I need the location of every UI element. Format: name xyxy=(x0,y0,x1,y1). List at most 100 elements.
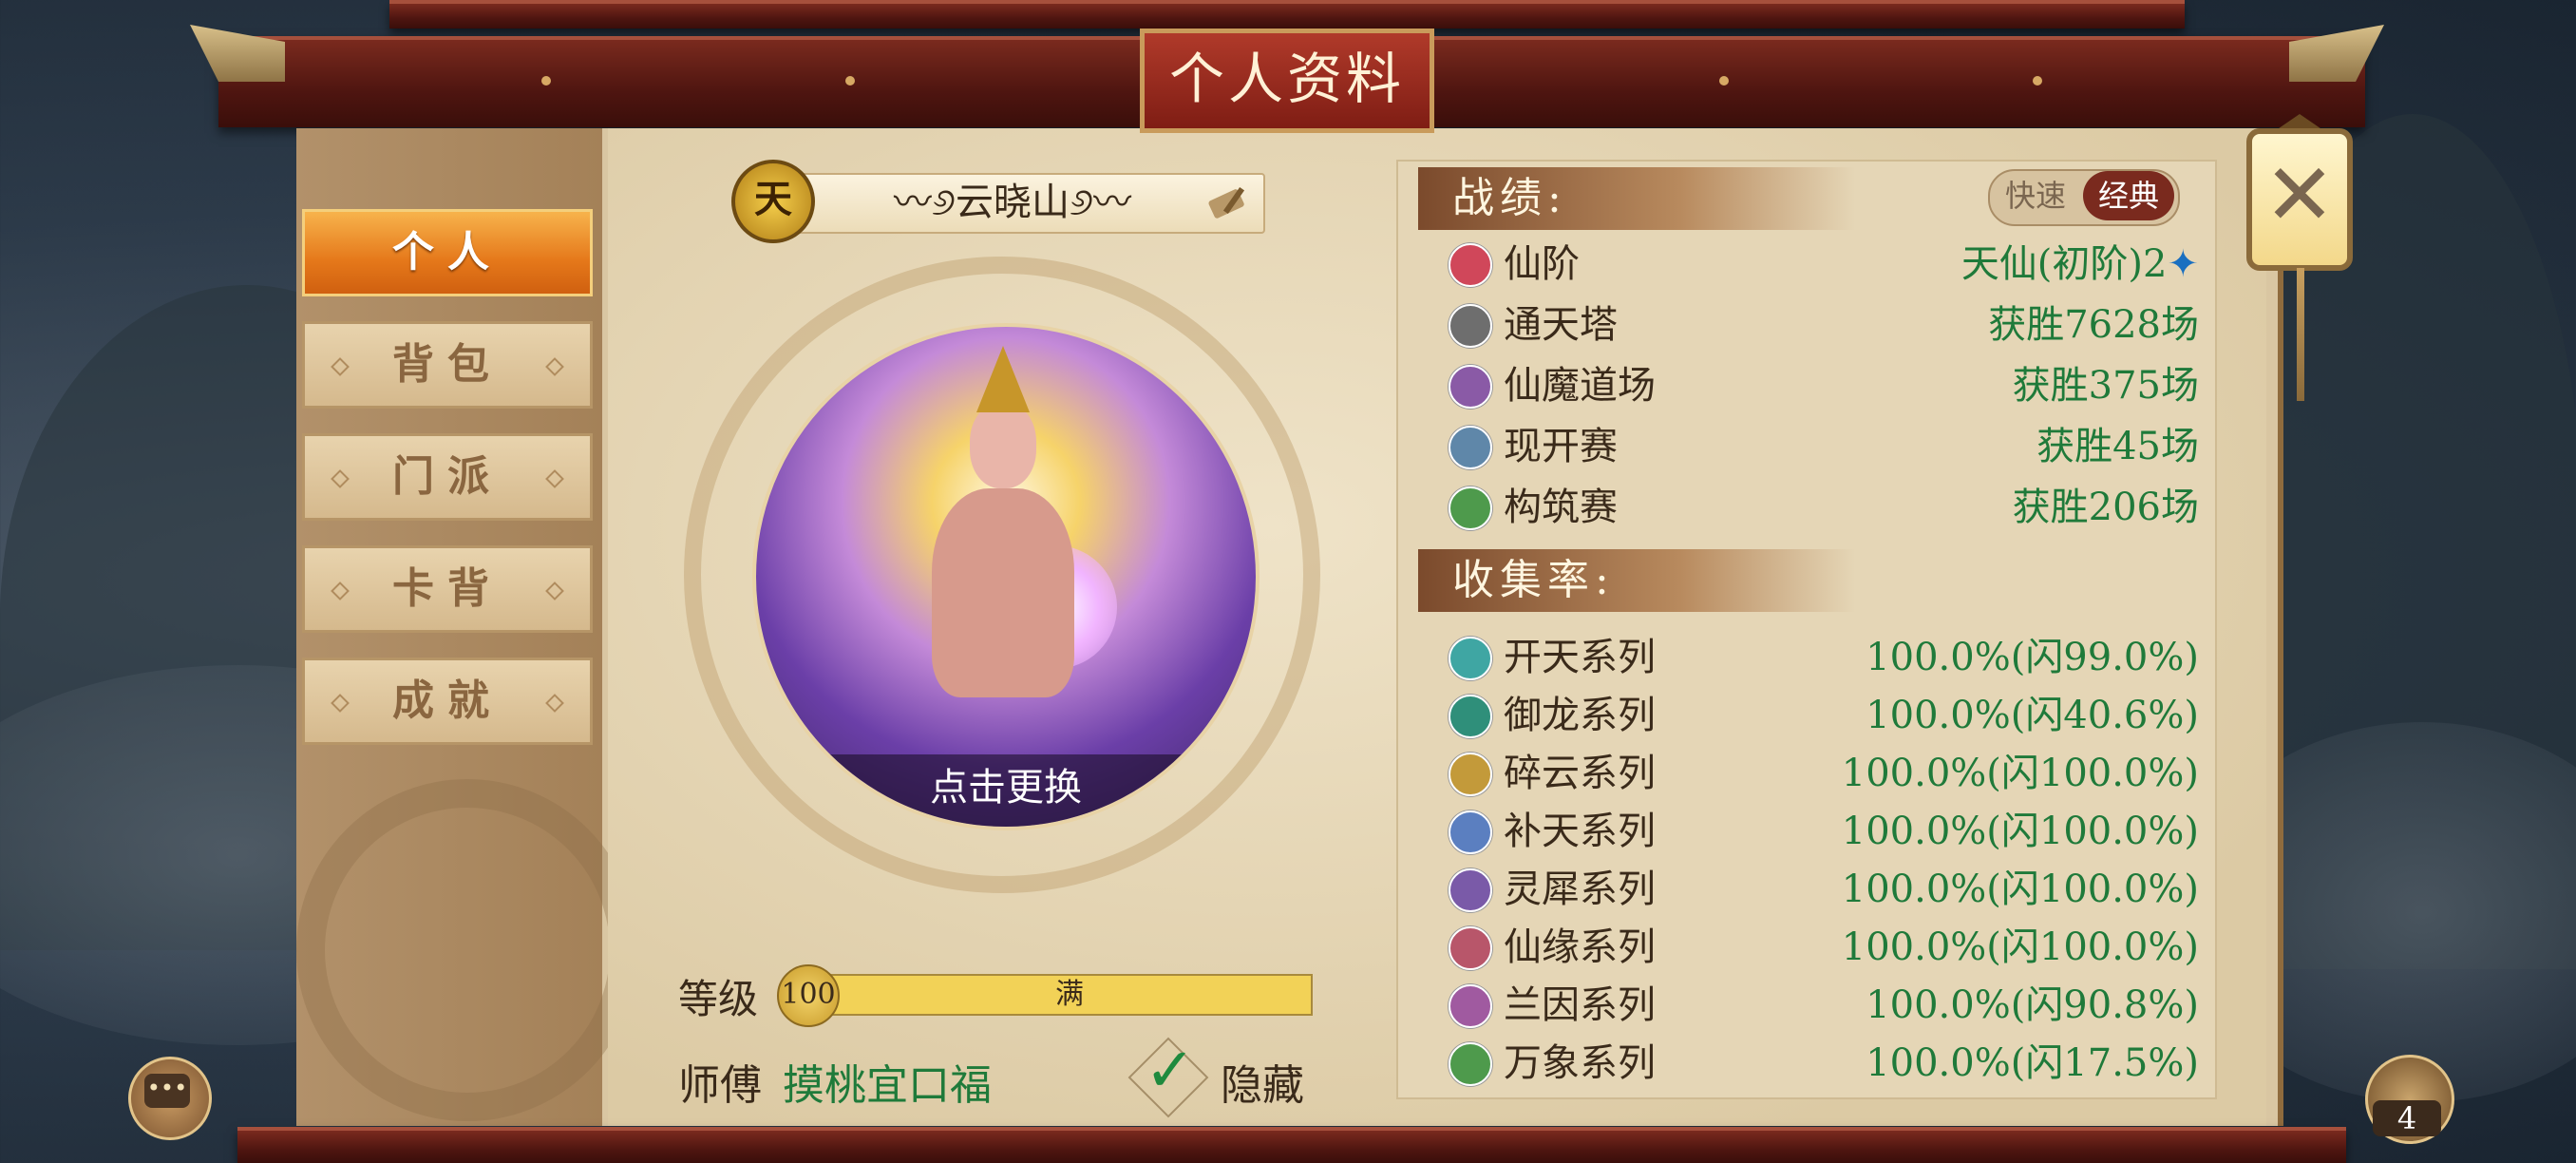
stat-row: 通天塔 获胜7628场 xyxy=(1449,298,2199,352)
star-icon xyxy=(1449,243,1492,287)
stat-value-text: 100.0%(闪99.0%) xyxy=(1866,636,2199,679)
tab-personal[interactable]: 个人 xyxy=(302,209,593,296)
stat-label: 灵犀系列 xyxy=(1504,867,1656,911)
beam-cap-right xyxy=(2289,25,2384,82)
stat-value-text: 获胜45场 xyxy=(2036,425,2199,468)
avatar[interactable]: 点击更换 xyxy=(752,323,1260,830)
rank-badge: 天 xyxy=(731,160,815,243)
checkmark-icon: ✓ xyxy=(1145,1036,1196,1106)
tab-sect[interactable]: 门派 xyxy=(302,433,593,521)
stat-value: 获胜7628场 xyxy=(1988,298,2199,352)
stat-value-text: 100.0%(闪100.0%) xyxy=(1841,925,2199,969)
stat-value: 100.0%(闪100.0%) xyxy=(1842,747,2199,800)
stat-row: 御龙系列 100.0%(闪40.6%) xyxy=(1449,689,2199,742)
collection-heading: 收集率: xyxy=(1418,549,1855,612)
tab-label: 卡背 xyxy=(392,564,502,613)
stat-row: 构筑赛 获胜206场 xyxy=(1449,481,2199,534)
stat-label: 构筑赛 xyxy=(1504,486,1618,529)
stat-row: 开天系列 100.0%(闪99.0%) xyxy=(1449,631,2199,684)
stat-row: 万象系列 100.0%(闪17.5%) xyxy=(1449,1037,2199,1090)
stat-label: 御龙系列 xyxy=(1504,694,1656,737)
stat-value: 100.0%(闪100.0%) xyxy=(1842,863,2199,916)
rhino-icon xyxy=(1449,868,1492,912)
bottom-beam xyxy=(237,1127,2346,1163)
stat-label: 补天系列 xyxy=(1504,810,1656,853)
lantern-tassel xyxy=(2297,268,2304,401)
sidebar-decoration xyxy=(296,779,638,1121)
stat-label: 通天塔 xyxy=(1504,303,1618,347)
bird-icon xyxy=(1449,365,1492,409)
stat-value: 获胜45场 xyxy=(2036,420,2199,473)
stat-value-text: 100.0%(闪100.0%) xyxy=(1841,810,2199,853)
stat-label: 开天系列 xyxy=(1504,636,1656,679)
record-heading: 战绩: xyxy=(1418,167,1855,230)
stat-value-text: 100.0%(闪100.0%) xyxy=(1841,867,2199,911)
page-title: 个人资料 xyxy=(1140,29,1434,133)
stat-label: 现开赛 xyxy=(1504,425,1618,468)
top-beam-thin xyxy=(389,0,2185,29)
sprout-icon xyxy=(1449,637,1492,680)
stat-value-text: 获胜7628场 xyxy=(1988,303,2199,347)
leaf-icon xyxy=(1449,1042,1492,1086)
bag-count: 4 xyxy=(2373,1100,2441,1136)
hide-label: 隐藏 xyxy=(1221,1061,1304,1110)
mode-fast[interactable]: 快速 xyxy=(2005,171,2066,220)
tower-icon xyxy=(1449,304,1492,348)
tab-label: 成就 xyxy=(392,677,502,725)
stat-value: 100.0%(闪90.8%) xyxy=(1866,979,2199,1032)
stat-value-text: 获胜375场 xyxy=(2012,364,2199,408)
stat-value-text: 天仙(初阶)2 xyxy=(1960,242,2168,286)
stat-row: 兰因系列 100.0%(闪90.8%) xyxy=(1449,979,2199,1032)
stat-label: 碎云系列 xyxy=(1504,752,1656,795)
mode-toggle[interactable]: 快速 经典 xyxy=(1988,169,2180,226)
star-badge-icon: ✦ xyxy=(2167,242,2199,286)
change-avatar-caption[interactable]: 点击更换 xyxy=(756,754,1256,827)
stat-value-text: 获胜206场 xyxy=(2012,486,2199,529)
stat-value: 获胜206场 xyxy=(2013,481,2199,534)
level-progress-bar: 满 xyxy=(826,974,1313,1016)
tab-label: 背包 xyxy=(392,340,502,389)
stat-value-text: 100.0%(闪40.6%) xyxy=(1866,694,2199,737)
master-name[interactable]: 摸桃宜口福 xyxy=(783,1051,992,1112)
beam-cap-left xyxy=(190,25,285,82)
stat-value: 天仙(初阶)2✦ xyxy=(1961,238,2199,291)
stat-row: 仙缘系列 100.0%(闪100.0%) xyxy=(1449,921,2199,974)
stat-row: 碎云系列 100.0%(闪100.0%) xyxy=(1449,747,2199,800)
tab-backpack[interactable]: 背包 xyxy=(302,321,593,409)
tab-card-back[interactable]: 卡背 xyxy=(302,545,593,633)
dragon-icon xyxy=(1449,695,1492,738)
edit-name-icon[interactable] xyxy=(1206,181,1248,222)
stat-value: 100.0%(闪99.0%) xyxy=(1866,631,2199,684)
stat-row: 现开赛 获胜45场 xyxy=(1449,420,2199,473)
player-name-field: 〰୬云晓山୬〰 xyxy=(760,173,1265,234)
chat-icon: ••• xyxy=(144,1074,190,1108)
avatar-figure-head xyxy=(970,403,1036,488)
stat-row: 补天系列 100.0%(闪100.0%) xyxy=(1449,805,2199,858)
close-button[interactable]: ✕ xyxy=(2246,128,2353,271)
master-label: 师傅 xyxy=(678,1061,762,1110)
avatar-figure-body xyxy=(932,488,1074,697)
cloud-swirl-icon xyxy=(1449,753,1492,796)
stat-row: 仙阶 天仙(初阶)2✦ xyxy=(1449,238,2199,291)
stat-label: 兰因系列 xyxy=(1504,983,1656,1027)
stat-value-text: 100.0%(闪100.0%) xyxy=(1841,752,2199,795)
stat-value: 100.0%(闪100.0%) xyxy=(1842,921,2199,974)
stat-label: 万象系列 xyxy=(1504,1041,1656,1085)
level-bar-text: 满 xyxy=(1055,978,1084,1011)
stat-value-text: 100.0%(闪90.8%) xyxy=(1866,983,2199,1027)
stat-label: 仙缘系列 xyxy=(1504,925,1656,969)
stat-label: 仙魔道场 xyxy=(1504,364,1656,408)
orchid-icon xyxy=(1449,984,1492,1028)
mode-classic[interactable]: 经典 xyxy=(2083,171,2174,220)
leaf-icon xyxy=(1449,486,1492,530)
stat-row: 仙魔道场 获胜375场 xyxy=(1449,359,2199,412)
stat-value: 100.0%(闪17.5%) xyxy=(1866,1037,2199,1090)
tab-achievement[interactable]: 成就 xyxy=(302,658,593,745)
player-name: 〰୬云晓山୬〰 xyxy=(893,181,1132,224)
stat-value: 获胜375场 xyxy=(2013,359,2199,412)
stat-value: 100.0%(闪100.0%) xyxy=(1842,805,2199,858)
stat-value: 100.0%(闪40.6%) xyxy=(1866,689,2199,742)
feather-icon xyxy=(1449,926,1492,970)
stat-value-text: 100.0%(闪17.5%) xyxy=(1866,1041,2199,1085)
tab-label: 个人 xyxy=(392,228,502,276)
